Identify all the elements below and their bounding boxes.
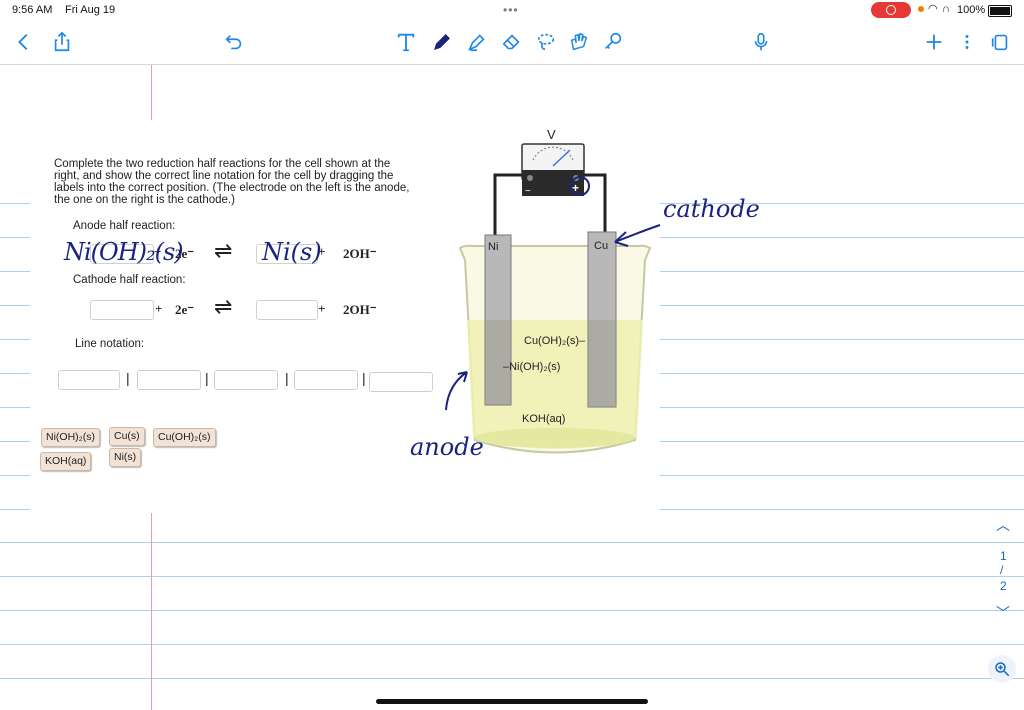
line-notation-slot-1[interactable] (58, 370, 120, 390)
koh-label: KOH(aq) (522, 413, 565, 425)
instructions: Complete the two reduction half reaction… (54, 158, 454, 206)
line-notation-label: Line notation: (75, 338, 145, 350)
cathode-hydroxide: 2OH⁻ (343, 302, 377, 317)
plus-icon[interactable] (922, 30, 946, 54)
page-up-icon[interactable]: ︿ (996, 515, 1010, 535)
battery-percent: 100% (957, 4, 986, 16)
line-separator: | (205, 370, 209, 386)
ruled-line (0, 644, 1024, 645)
galvanic-cell-diagram: V − + Ni Cu Cu(OH)₂(s)– –Ni(OH)₂(s) KOH(… (458, 127, 652, 454)
ruled-line (0, 678, 1024, 679)
label-koh[interactable]: KOH(aq) (40, 452, 92, 471)
margin-line (151, 65, 152, 127)
label-ni-oh2[interactable]: Ni(OH)₂(s) (41, 428, 100, 447)
ni-oh2-label: –Ni(OH)₂(s) (503, 361, 560, 373)
text-tool-icon[interactable] (394, 30, 418, 54)
mic-active-dot-icon (918, 6, 924, 12)
margin-line (151, 513, 152, 710)
line-notation-slot-2[interactable] (137, 370, 201, 390)
ruled-line (0, 542, 1024, 543)
handwritten-anode-reactant: Ni(OH)₂(s) (64, 238, 184, 266)
home-indicator[interactable] (376, 699, 648, 704)
zoom-icon[interactable] (988, 655, 1016, 683)
more-icon[interactable] (955, 30, 979, 54)
image-icon[interactable] (567, 30, 591, 54)
instructions-line: Complete the two reduction half reaction… (54, 158, 391, 170)
toolbar (0, 22, 1024, 65)
instructions-line: right, and show the correct line notatio… (54, 170, 394, 182)
cathode-plus: + (155, 301, 163, 316)
minus-terminal (527, 175, 533, 181)
cathode-product-slot[interactable] (256, 300, 318, 320)
lasso-icon[interactable] (534, 30, 558, 54)
status-date: Fri Aug 19 (65, 4, 116, 16)
pen-icon[interactable] (430, 30, 454, 54)
line-separator: | (285, 370, 289, 386)
handwritten-anode-product: Ni(s) (262, 238, 322, 266)
cathode-half-reaction-label: Cathode half reaction: (73, 274, 186, 286)
shapes-icon[interactable] (601, 30, 625, 54)
line-notation-slot-3[interactable] (214, 370, 278, 390)
microphone-icon[interactable] (749, 30, 773, 54)
beaker-bottom (475, 428, 635, 448)
headphones-icon: ∩ (942, 3, 950, 15)
share-icon[interactable] (50, 30, 74, 54)
left-wire (493, 173, 525, 235)
battery-icon (988, 5, 1012, 17)
anode-half-reaction-label: Anode half reaction: (73, 220, 176, 232)
current-page: 1 (1000, 549, 1007, 563)
anode-hydroxide: 2OH⁻ (343, 246, 377, 261)
cathode-reactant-slot[interactable] (90, 300, 154, 320)
instructions-line: labels into the correct position. (The e… (54, 182, 410, 194)
ruled-line (0, 610, 1024, 611)
instructions-line: the one on the right is the cathode.) (54, 194, 235, 206)
eraser-icon[interactable] (500, 30, 524, 54)
cu-oh2-coating (588, 320, 616, 407)
page-slash: / (1000, 563, 1004, 577)
line-separator: | (362, 370, 366, 386)
cu-oh2-label: Cu(OH)₂(s)– (524, 335, 586, 347)
voltmeter-label: V (547, 127, 556, 142)
handwritten-cathode-label: cathode (663, 195, 760, 223)
total-pages: 2 (1000, 579, 1007, 593)
undo-icon[interactable] (222, 30, 246, 54)
chevron-left-icon[interactable] (12, 30, 36, 54)
recording-indicator[interactable] (871, 2, 911, 18)
line-notation-slot-5[interactable] (369, 372, 433, 392)
label-cu[interactable]: Cu(s) (109, 427, 145, 446)
label-ni[interactable]: Ni(s) (109, 448, 142, 467)
ni-electrode-label: Ni (488, 241, 498, 253)
pages-icon[interactable] (988, 30, 1012, 54)
page-down-icon[interactable]: ﹀ (996, 603, 1010, 623)
handwritten-anode-label: anode (410, 433, 484, 461)
multitasking-dots-icon[interactable]: ••• (503, 3, 519, 17)
record-icon (886, 5, 896, 15)
anode-equilibrium-arrow: ⇌ (214, 238, 233, 263)
cathode-equilibrium-arrow: ⇌ (214, 294, 233, 319)
highlighter-icon[interactable] (465, 30, 489, 54)
minus-sign: − (525, 186, 531, 197)
label-cu-oh2[interactable]: Cu(OH)₂(s) (153, 428, 216, 447)
status-time: 9:56 AM (12, 4, 53, 16)
wifi-icon: ◠ (928, 3, 938, 15)
right-wire (583, 173, 607, 235)
cu-electrode-label: Cu (594, 240, 608, 252)
ruled-line (0, 576, 1024, 577)
status-bar: 9:56 AM Fri Aug 19 ••• ◠ ∩ 100% (0, 0, 1024, 22)
line-notation-slot-4[interactable] (294, 370, 358, 390)
plus-sign: + (572, 181, 579, 195)
cathode-electrons: 2e⁻ (175, 302, 195, 317)
page-navigator: ︿ 1 / 2 ﹀ (990, 515, 1016, 625)
cathode-plus-2: + (318, 301, 326, 316)
line-separator: | (126, 370, 130, 386)
